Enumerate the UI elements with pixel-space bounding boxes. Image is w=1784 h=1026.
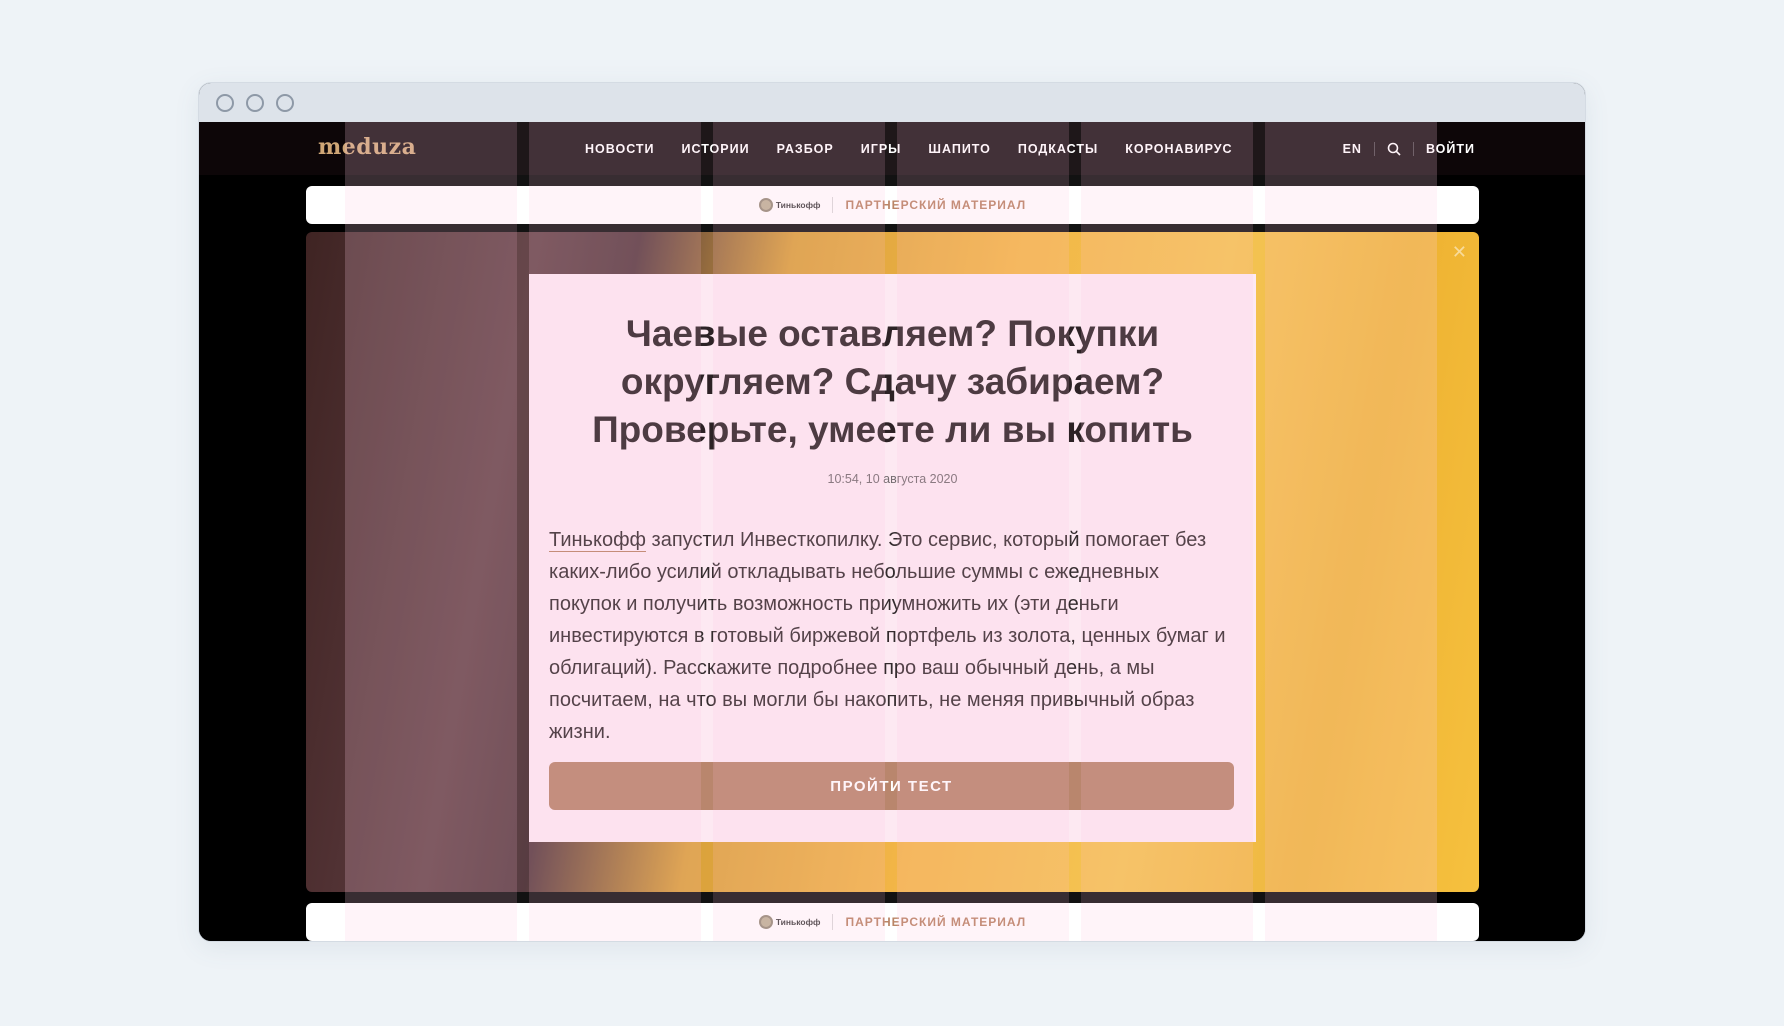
- tinkoff-brand[interactable]: Тинькофф: [758, 915, 821, 929]
- nav-item-stories[interactable]: ИСТОРИИ: [682, 142, 750, 156]
- page-viewport: meduza НОВОСТИ ИСТОРИИ РАЗБОР ИГРЫ ШАПИТ…: [199, 122, 1585, 941]
- tinkoff-link[interactable]: Тинькофф: [549, 529, 646, 552]
- partner-bar-bottom: Тинькофф ПАРТНЕРСКИЙ МАТЕРИАЛ: [306, 903, 1479, 941]
- browser-window: meduza НОВОСТИ ИСТОРИИ РАЗБОР ИГРЫ ШАПИТ…: [199, 83, 1585, 941]
- site-logo[interactable]: meduza: [318, 134, 416, 160]
- nav-right: EN ВОЙТИ: [1343, 122, 1475, 175]
- tinkoff-logo-icon: [758, 915, 773, 929]
- window-maximize-dot[interactable]: [276, 94, 294, 112]
- tinkoff-brand[interactable]: Тинькофф: [758, 198, 821, 212]
- nav-item-shapito[interactable]: ШАПИТО: [928, 142, 990, 156]
- language-switch[interactable]: EN: [1343, 142, 1362, 156]
- close-icon[interactable]: ✕: [1452, 242, 1467, 263]
- login-link[interactable]: ВОЙТИ: [1426, 142, 1475, 156]
- article-card: Чаевые оставляем? Покупки округляем? Сда…: [529, 274, 1256, 842]
- nav-item-analysis[interactable]: РАЗБОР: [777, 142, 834, 156]
- nav-divider: [1373, 141, 1375, 156]
- tinkoff-brand-label: Тинькофф: [775, 200, 821, 210]
- article-title: Чаевые оставляем? Покупки округляем? Сда…: [592, 313, 1193, 450]
- nav-item-news[interactable]: НОВОСТИ: [585, 142, 655, 156]
- hero-banner: ✕ Чаевые оставляем? Покупки округляем? С…: [306, 232, 1479, 892]
- top-nav: meduza НОВОСТИ ИСТОРИИ РАЗБОР ИГРЫ ШАПИТ…: [199, 122, 1585, 175]
- tinkoff-brand-label: Тинькофф: [775, 917, 821, 927]
- partner-bar-divider: [832, 914, 834, 930]
- article-date: 10:54, 10 августа 2020: [827, 472, 958, 486]
- article-body: Тинькофф запустил Инвесткопилку. Это сер…: [549, 524, 1236, 748]
- browser-titlebar: [199, 83, 1585, 123]
- window-close-dot[interactable]: [216, 94, 234, 112]
- nav-item-podcasts[interactable]: ПОДКАСТЫ: [1018, 142, 1098, 156]
- partner-bar-divider: [832, 197, 834, 213]
- partner-bar-top: Тинькофф ПАРТНЕРСКИЙ МАТЕРИАЛ: [306, 186, 1479, 224]
- article-body-text: запустил Инвесткопилку. Это сервис, кото…: [549, 529, 1226, 743]
- partner-material-label: ПАРТНЕРСКИЙ МАТЕРИАЛ: [845, 915, 1027, 929]
- window-minimize-dot[interactable]: [246, 94, 264, 112]
- partner-material-label: ПАРТНЕРСКИЙ МАТЕРИАЛ: [845, 198, 1027, 212]
- nav-item-games[interactable]: ИГРЫ: [861, 142, 902, 156]
- tinkoff-logo-icon: [758, 198, 773, 212]
- nav-divider: [1412, 141, 1414, 156]
- nav-links: НОВОСТИ ИСТОРИИ РАЗБОР ИГРЫ ШАПИТО ПОДКА…: [585, 122, 1260, 175]
- nav-item-coronavirus[interactable]: КОРОНАВИРУС: [1125, 142, 1232, 156]
- take-test-button[interactable]: ПРОЙТИ ТЕСТ: [549, 762, 1234, 810]
- search-icon[interactable]: [1387, 142, 1401, 156]
